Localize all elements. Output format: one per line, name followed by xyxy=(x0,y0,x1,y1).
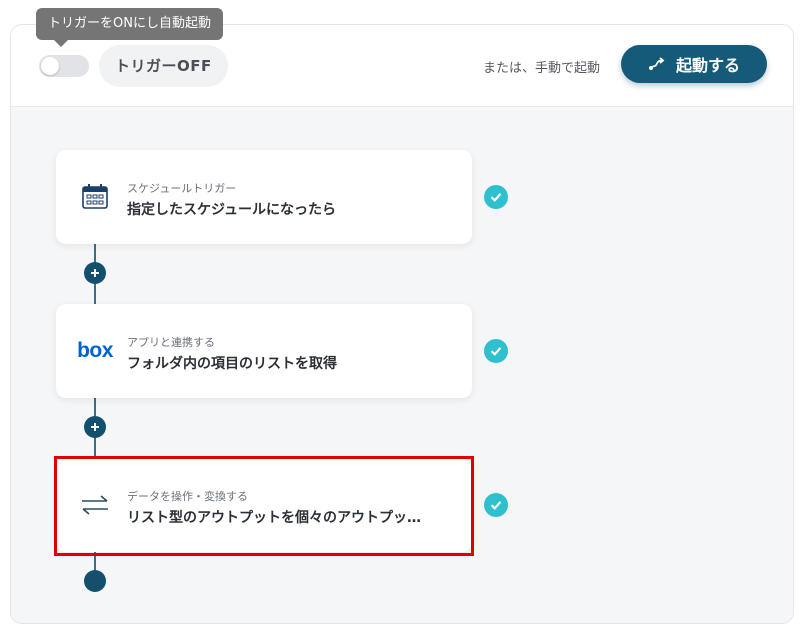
tooltip-arrow xyxy=(54,40,68,47)
flow-arrow-icon xyxy=(648,57,665,70)
step-card-schedule-trigger[interactable]: スケジュールトリガー 指定したスケジュールになったら xyxy=(56,150,472,244)
start-button[interactable]: 起動する xyxy=(621,45,767,83)
manual-start-label: または、手動で起動 xyxy=(483,61,601,76)
plus-icon xyxy=(91,423,99,431)
trigger-tooltip: トリガーをONにし自動起動 xyxy=(36,8,223,40)
plus-icon xyxy=(91,269,99,277)
complete-check-icon xyxy=(484,185,508,209)
trigger-status-label: トリガーOFF xyxy=(99,45,228,87)
toggle-knob xyxy=(41,57,59,75)
step-title: リスト型のアウトプットを個々のアウトプッ… xyxy=(127,510,421,526)
transform-arrows-icon xyxy=(78,488,112,522)
step-card-box-list[interactable]: box アプリと連携する フォルダ内の項目のリストを取得 xyxy=(56,304,472,398)
add-step-button[interactable] xyxy=(84,570,106,592)
trigger-toggle[interactable] xyxy=(39,55,89,77)
step-card-data-transform[interactable]: データを操作・変換する リスト型のアウトプットを個々のアウトプッ… xyxy=(56,458,472,552)
step-kind-label: アプリと連携する xyxy=(127,336,215,349)
step-kind-label: スケジュールトリガー xyxy=(127,182,237,195)
step-kind-label: データを操作・変換する xyxy=(127,490,248,503)
complete-check-icon xyxy=(484,339,508,363)
step-title: 指定したスケジュールになったら xyxy=(127,202,337,218)
complete-check-icon xyxy=(484,493,508,517)
add-step-button[interactable] xyxy=(84,262,106,284)
calendar-schedule-icon xyxy=(78,180,112,214)
step-title: フォルダ内の項目のリストを取得 xyxy=(127,356,337,372)
add-step-button[interactable] xyxy=(84,416,106,438)
box-logo: box xyxy=(77,339,113,362)
start-button-label: 起動する xyxy=(675,56,740,75)
